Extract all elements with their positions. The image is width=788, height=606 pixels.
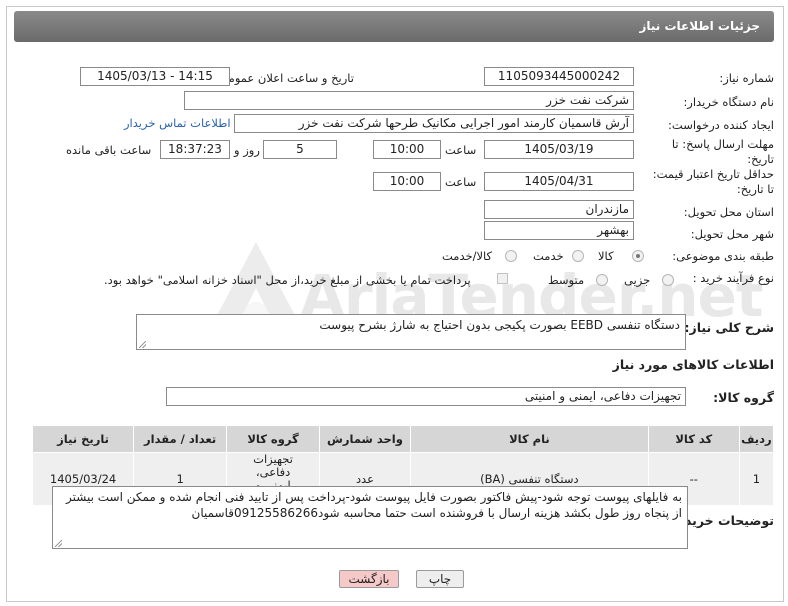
creator-field: آرش قاسمیان کارمند امور اجرایی مکانیک طر… xyxy=(234,114,634,133)
buyer-notes-textarea[interactable]: به فایلهای پیوست توجه شود-پیش فاکتور بصو… xyxy=(52,486,688,549)
resize-grip-icon[interactable] xyxy=(139,341,146,348)
need-number-label: شماره نیاز: xyxy=(719,71,774,85)
col-date: تاریخ نیاز xyxy=(31,425,135,453)
cell-row: 1 xyxy=(738,452,775,506)
announce-datetime-label: تاریخ و ساعت اعلان عمومی: xyxy=(215,71,354,85)
col-qty: تعداد / مقدار xyxy=(133,425,228,453)
col-unit: واحد شمارش xyxy=(319,425,411,453)
process-type-label: نوع فرآیند خرید : xyxy=(692,271,774,285)
category-radio-goods-service[interactable] xyxy=(505,250,517,262)
resize-grip-icon[interactable] xyxy=(55,540,62,547)
payment-treasury-checkbox[interactable] xyxy=(497,273,508,284)
process-radio-minor[interactable] xyxy=(662,274,674,286)
panel-header: جزئیات اطلاعات نیاز xyxy=(14,11,774,42)
process-medium-label: متوسط xyxy=(548,273,585,287)
reply-deadline-label: مهلت ارسال پاسخ: تا تاریخ: xyxy=(671,137,774,166)
col-group: گروه کالا xyxy=(226,425,321,453)
remaining-days-field: 5 xyxy=(263,140,337,159)
province-field: مازندران xyxy=(484,200,634,219)
buyer-contact-link[interactable]: اطلاعات تماس خریدار xyxy=(124,116,231,130)
city-label: شهر محل تحویل: xyxy=(690,227,774,241)
print-button[interactable]: چاپ xyxy=(416,570,464,588)
validity-time-label: ساعت xyxy=(445,175,477,189)
category-radio-goods[interactable] xyxy=(632,250,644,262)
description-label: شرح کلی نیاز: xyxy=(684,320,774,335)
need-number-field: 1105093445000242 xyxy=(484,67,634,86)
description-textarea[interactable]: دستگاه تنفسی EEBD بصورت پکیجی بدون احتیا… xyxy=(136,314,686,350)
category-label: طبقه بندی موضوعی: xyxy=(672,249,774,263)
city-field: بهشهر xyxy=(484,221,634,240)
reply-time-label: ساعت xyxy=(445,143,477,157)
goods-group-label: گروه کالا: xyxy=(713,390,774,405)
remaining-time-field: 18:37:23 xyxy=(160,140,230,159)
reply-time-field: 10:00 xyxy=(373,140,441,159)
announce-datetime-field: 1405/03/13 - 14:15 xyxy=(80,67,230,86)
category-goods-service-label: کالا/خدمت xyxy=(442,249,493,263)
category-goods-label: کالا xyxy=(598,249,614,263)
col-name: نام کالا xyxy=(409,425,649,453)
goods-info-heading: اطلاعات کالاهای مورد نیاز xyxy=(612,357,774,372)
price-validity-label: حداقل تاریخ اعتبار قیمت: تا تاریخ: xyxy=(652,167,774,196)
payment-treasury-note: پرداخت تمام یا بخشی از مبلغ خرید،از محل … xyxy=(104,273,471,287)
category-service-label: خدمت xyxy=(533,249,564,263)
process-radio-medium[interactable] xyxy=(596,274,608,286)
province-label: استان محل تحویل: xyxy=(683,205,774,219)
category-radio-service[interactable] xyxy=(572,250,584,262)
buyer-notes-text: به فایلهای پیوست توجه شود-پیش فاکتور بصو… xyxy=(66,490,682,520)
validity-time-field: 10:00 xyxy=(373,172,441,191)
validity-date-field: 1405/04/31 xyxy=(484,172,634,191)
buyer-org-field: شرکت نفت خزر xyxy=(184,91,634,110)
goods-group-field: تجهیزات دفاعی، ایمنی و امنیتی xyxy=(166,387,686,406)
panel-title: جزئیات اطلاعات نیاز xyxy=(639,19,760,33)
reply-date-field: 1405/03/19 xyxy=(484,140,634,159)
process-minor-label: جزیی xyxy=(624,273,651,287)
remaining-time-label: ساعت باقی مانده xyxy=(66,143,152,157)
back-button[interactable]: بازگشت xyxy=(339,570,399,588)
col-row: ردیف xyxy=(738,425,775,453)
creator-label: ایجاد کننده درخواست: xyxy=(668,118,774,132)
description-text: دستگاه تنفسی EEBD بصورت پکیجی بدون احتیا… xyxy=(319,318,680,332)
remaining-days-label: روز و xyxy=(234,143,260,157)
buyer-org-label: نام دستگاه خریدار: xyxy=(683,95,774,109)
goods-table-header: ردیف کد کالا نام کالا واحد شمارش گروه کا… xyxy=(31,425,775,453)
col-code: کد کالا xyxy=(647,425,740,453)
